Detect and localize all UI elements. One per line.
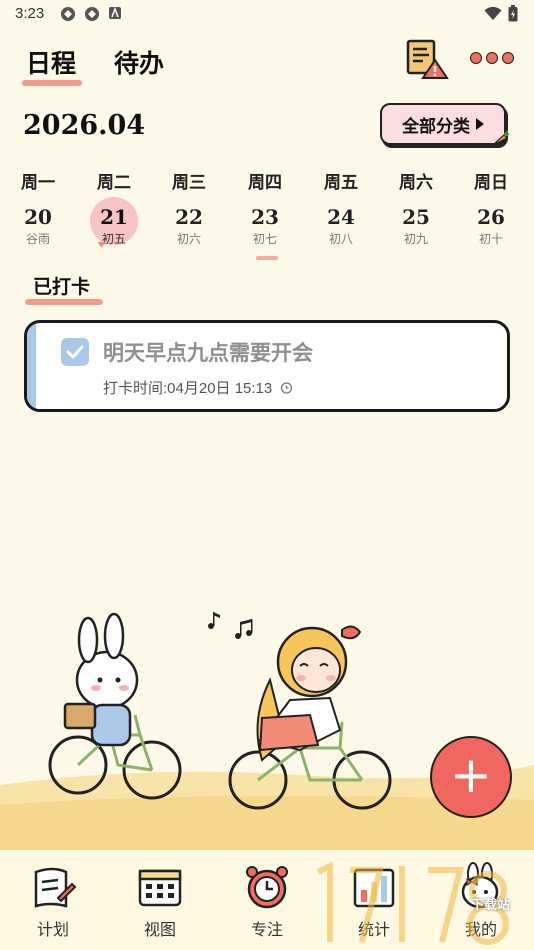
date-number: 20 bbox=[24, 205, 52, 229]
checkmark-icon bbox=[66, 345, 84, 359]
nav-item-view[interactable]: 视图 bbox=[120, 862, 200, 940]
lunar-date: 初九 bbox=[403, 232, 428, 246]
date-number: 24 bbox=[327, 205, 355, 229]
carrot-icon bbox=[492, 130, 510, 146]
plus-icon: + bbox=[450, 746, 492, 804]
active-tab-underline bbox=[22, 80, 82, 86]
all-categories-button[interactable]: 全部分类 bbox=[380, 103, 506, 145]
alarm-clock-icon bbox=[246, 866, 288, 909]
nav-item-focus[interactable]: 专注 bbox=[227, 862, 307, 940]
all-categories-label: 全部分类 bbox=[402, 116, 470, 137]
more-options-button[interactable] bbox=[470, 48, 516, 68]
lunar-date: 初五 bbox=[101, 232, 126, 246]
section-underline bbox=[25, 299, 103, 305]
weekday-label: 周日 bbox=[474, 173, 508, 193]
task-color-stripe bbox=[27, 323, 36, 409]
weekday-label: 周六 bbox=[399, 173, 433, 193]
day-cell-sun[interactable]: 周日 26 初十 bbox=[461, 168, 521, 247]
day-cell-wed[interactable]: 周三 22 初六 bbox=[159, 168, 219, 247]
month-title[interactable]: 2026.04 bbox=[23, 110, 145, 141]
weekday-label: 周一 bbox=[21, 173, 55, 193]
more-dot-icon bbox=[470, 52, 482, 64]
lunar-date: 初六 bbox=[176, 232, 201, 246]
day-cell-tue[interactable]: 周二 21 初五 bbox=[84, 168, 144, 248]
date-number: 22 bbox=[175, 205, 203, 229]
section-title-label: 已打卡 bbox=[33, 276, 91, 298]
task-checkin-time-row: 打卡时间:04月20日 15:13 bbox=[103, 377, 293, 398]
nav-label: 专注 bbox=[250, 920, 283, 939]
triangle-right-icon bbox=[476, 118, 484, 130]
lunar-date: 初八 bbox=[328, 232, 353, 246]
app-notification-icon bbox=[61, 7, 75, 21]
status-notification-icons bbox=[60, 6, 122, 22]
tab-schedule[interactable]: 日程 bbox=[22, 44, 82, 86]
wifi-icon bbox=[484, 6, 502, 20]
app-notification-icon bbox=[85, 7, 99, 21]
add-task-button[interactable]: + bbox=[430, 736, 512, 818]
status-bar: 3:23 bbox=[0, 0, 534, 28]
top-tabs: 日程 待办 bbox=[22, 44, 164, 86]
date-number: 23 bbox=[251, 205, 279, 229]
more-dot-icon bbox=[502, 52, 514, 64]
tab-todo-label: 待办 bbox=[114, 49, 165, 78]
section-title-checked-in: 已打卡 bbox=[25, 272, 103, 305]
alarm-small-icon bbox=[281, 382, 293, 394]
date-number: 25 bbox=[402, 205, 430, 229]
weekday-label: 周五 bbox=[324, 173, 358, 193]
nav-item-plan[interactable]: 计划 bbox=[13, 862, 93, 940]
today-indicator bbox=[256, 256, 278, 260]
lunar-date: 谷雨 bbox=[25, 232, 50, 246]
date-number: 26 bbox=[477, 205, 505, 229]
report-button[interactable] bbox=[405, 38, 449, 80]
day-cell-thu[interactable]: 周四 23 初七 bbox=[235, 168, 295, 247]
weekday-label: 周二 bbox=[97, 173, 131, 193]
nav-label: 计划 bbox=[36, 920, 69, 939]
tab-schedule-label: 日程 bbox=[26, 49, 77, 78]
task-checkin-time: 打卡时间:04月20日 15:13 bbox=[103, 380, 273, 397]
day-cell-sat[interactable]: 周六 25 初九 bbox=[386, 168, 446, 247]
weekday-label: 周三 bbox=[172, 173, 206, 193]
task-title: 明天早点九点需要开会 bbox=[103, 340, 313, 365]
day-cell-fri[interactable]: 周五 24 初八 bbox=[311, 168, 371, 247]
status-time: 3:23 bbox=[15, 5, 45, 22]
plan-icon bbox=[34, 867, 77, 908]
bubble-tail-icon bbox=[98, 242, 106, 248]
weekday-label: 周四 bbox=[248, 173, 282, 193]
tab-todo[interactable]: 待办 bbox=[114, 44, 164, 80]
task-card[interactable]: 明天早点九点需要开会 打卡时间:04月20日 15:13 bbox=[24, 320, 510, 412]
a-notification-icon bbox=[109, 6, 121, 19]
lunar-date: 初十 bbox=[478, 232, 503, 246]
battery-icon bbox=[508, 5, 518, 22]
nav-label: 视图 bbox=[143, 920, 176, 939]
status-system-icons bbox=[484, 5, 518, 22]
day-cell-mon[interactable]: 周一 20 谷雨 bbox=[8, 168, 68, 247]
task-checkbox[interactable] bbox=[61, 338, 89, 366]
report-warning-icon bbox=[406, 39, 449, 79]
more-dot-icon bbox=[486, 52, 498, 64]
calendar-view-icon bbox=[138, 869, 182, 907]
lunar-date: 初七 bbox=[252, 232, 277, 246]
watermark-text: 下载站 bbox=[471, 898, 511, 913]
date-number: 21 bbox=[100, 205, 128, 229]
